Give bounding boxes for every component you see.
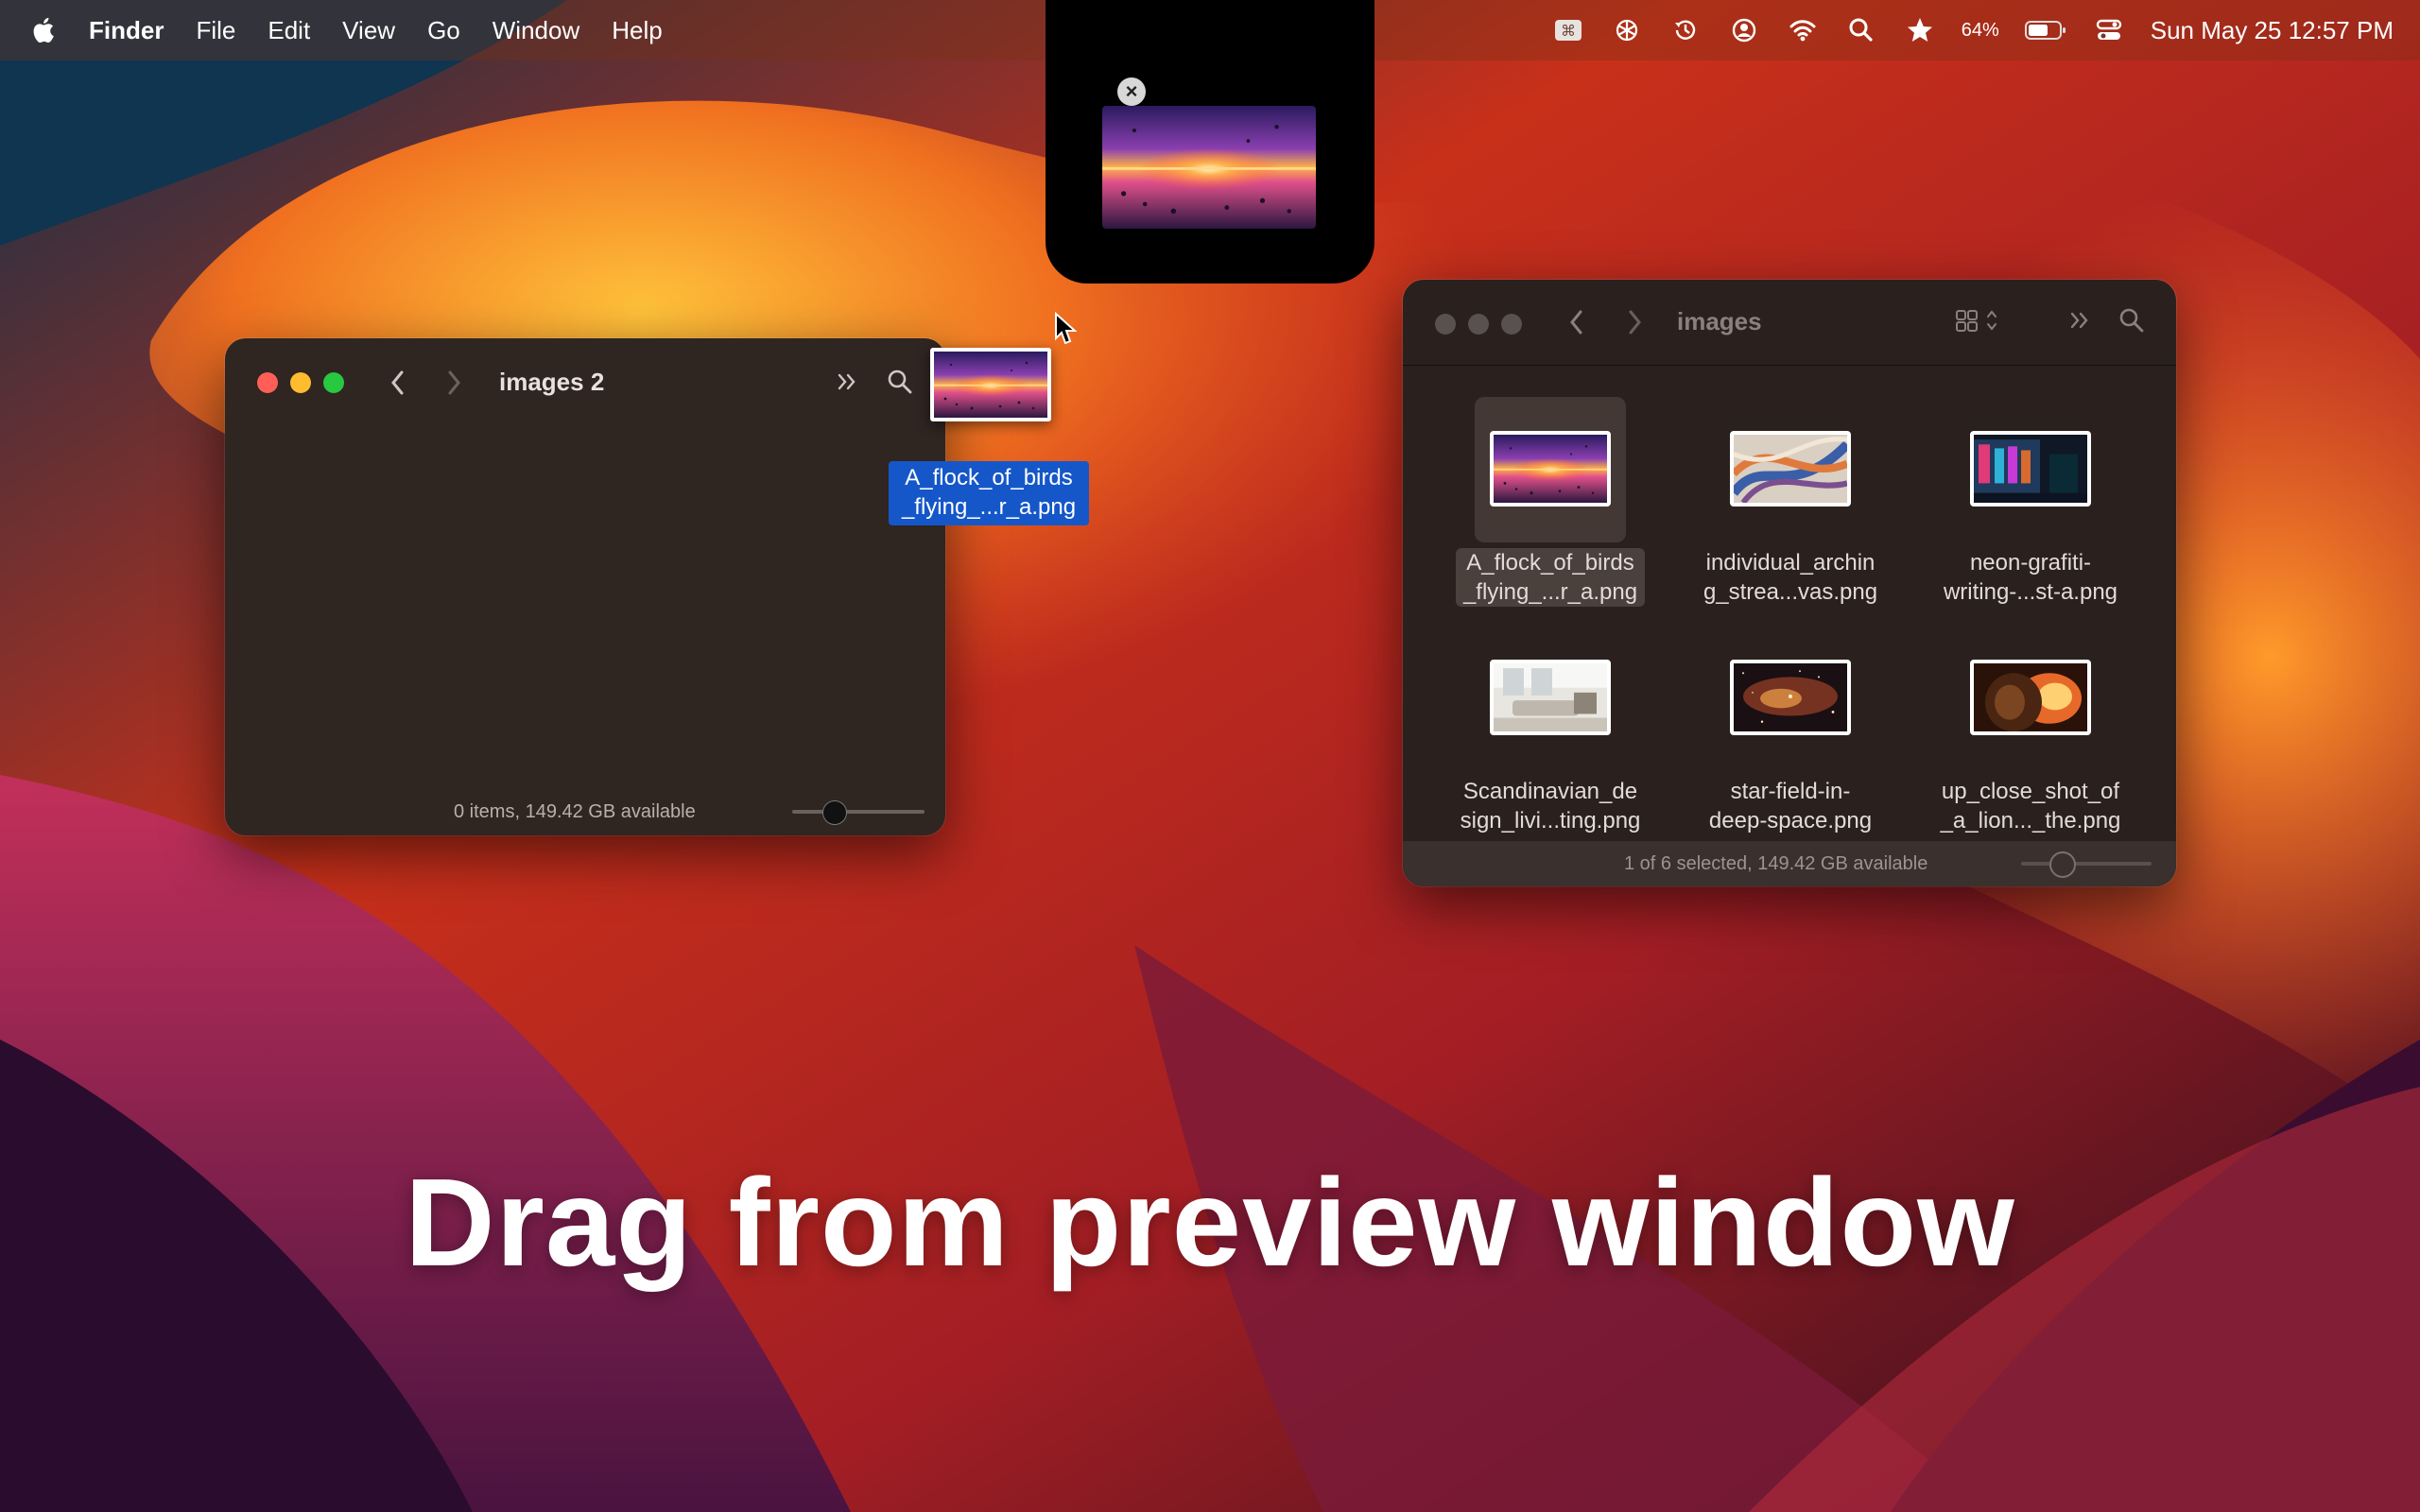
spotlight-search-icon[interactable] xyxy=(1844,13,1878,47)
dragged-file-label: A_flock_of_birds _flying_...r_a.png xyxy=(889,461,1089,525)
file-name-line1: star-field-in- xyxy=(1730,779,1851,804)
file-name-line2: _a_lion..._the.png xyxy=(1940,808,2121,833)
menu-go[interactable]: Go xyxy=(427,16,460,45)
control-center-icon[interactable] xyxy=(2092,13,2126,47)
file-name-line1: up_close_shot_of xyxy=(1941,779,2120,804)
menu-edit[interactable]: Edit xyxy=(268,16,310,45)
close-window-button[interactable] xyxy=(1435,314,1456,335)
menu-view[interactable]: View xyxy=(342,16,395,45)
window-toolbar: images xyxy=(1403,280,2176,367)
menu-help[interactable]: Help xyxy=(612,16,662,45)
file-name-line1: neon-grafiti- xyxy=(1969,550,2092,576)
dragged-file-thumbnail[interactable] xyxy=(930,348,1051,421)
file-thumbnail-lion[interactable] xyxy=(1970,660,2091,735)
menu-file[interactable]: File xyxy=(196,16,235,45)
mouse-cursor-icon xyxy=(1055,312,1078,345)
icon-size-slider-knob[interactable] xyxy=(822,800,847,825)
file-item-label[interactable]: neon-grafiti-writing-...st-a.png xyxy=(1927,548,2135,607)
file-name-line2: _flying_...r_a.png xyxy=(1462,577,1638,607)
status-bar: 1 of 6 selected, 149.42 GB available xyxy=(1403,841,2176,886)
file-item-label[interactable]: Scandinavian_de sign_livi...ting.png xyxy=(1446,777,1654,835)
forward-button[interactable] xyxy=(1620,303,1649,341)
notch-preview-panel: × xyxy=(1046,0,1374,284)
minimize-window-button[interactable] xyxy=(290,372,311,393)
close-window-button[interactable] xyxy=(257,372,278,393)
icon-size-slider-knob[interactable] xyxy=(2049,851,2076,878)
star-icon[interactable] xyxy=(1903,13,1937,47)
window-title: images 2 xyxy=(499,368,605,396)
menu-app-finder[interactable]: Finder xyxy=(89,16,164,45)
back-button[interactable] xyxy=(1563,303,1591,341)
file-item-label[interactable]: individual_archin g_strea...vas.png xyxy=(1686,548,1894,607)
battery-percentage: 64% xyxy=(1961,19,1999,41)
file-name-line1: Scandinavian_de xyxy=(1462,779,1638,804)
time-machine-icon[interactable] xyxy=(1668,13,1703,47)
openai-icon[interactable] xyxy=(1610,13,1644,47)
search-icon[interactable] xyxy=(884,366,916,398)
wifi-icon[interactable] xyxy=(1786,13,1820,47)
command-key-icon[interactable]: ⌘ xyxy=(1551,13,1585,47)
toolbar-overflow-icon[interactable] xyxy=(2065,304,2097,336)
toolbar-divider xyxy=(1403,365,2176,366)
file-item-label[interactable]: star-field-in-deep-space.png xyxy=(1686,777,1894,835)
minimize-window-button[interactable] xyxy=(1468,314,1489,335)
view-mode-grid-icon[interactable] xyxy=(1953,304,2008,336)
file-item-label[interactable]: up_close_shot_of _a_lion..._the.png xyxy=(1927,777,2135,835)
zoom-window-button[interactable] xyxy=(1501,314,1522,335)
file-name-line2: deep-space.png xyxy=(1708,808,1873,833)
status-text: 0 items, 149.42 GB available xyxy=(454,800,696,822)
file-name-line2: g_strea...vas.png xyxy=(1703,579,1878,605)
zoom-window-button[interactable] xyxy=(323,372,344,393)
tutorial-caption: Drag from preview window xyxy=(405,1153,2015,1292)
icon-size-slider[interactable] xyxy=(2021,862,2152,866)
status-text: 1 of 6 selected, 149.42 GB available xyxy=(1624,852,1928,874)
window-title: images xyxy=(1677,307,1762,335)
window-toolbar: images 2 xyxy=(225,338,945,425)
file-thumbnail-scandinavian[interactable] xyxy=(1490,660,1611,735)
menu-window[interactable]: Window xyxy=(493,16,579,45)
file-name-line2: writing-...st-a.png xyxy=(1943,579,2118,605)
dragged-file-name-line2: _flying_...r_a.png xyxy=(901,494,1077,520)
finder-window-images: images A_flock_of_birds _flying_...r_a.pn… xyxy=(1403,280,2176,886)
svg-text:⌘: ⌘ xyxy=(1561,22,1576,40)
back-button[interactable] xyxy=(384,364,412,402)
preview-image[interactable] xyxy=(1102,106,1316,229)
battery-icon[interactable] xyxy=(2024,13,2067,47)
file-name-line2: sign_livi...ting.png xyxy=(1460,808,1641,833)
file-name-line1: individual_archin xyxy=(1705,550,1876,576)
file-name-line1: A_flock_of_birds xyxy=(1466,548,1634,577)
search-icon[interactable] xyxy=(2116,304,2148,336)
toolbar-overflow-icon[interactable] xyxy=(832,366,864,398)
icon-size-slider[interactable] xyxy=(792,810,925,814)
close-preview-button[interactable]: × xyxy=(1117,77,1146,106)
file-thumbnail-birds[interactable] xyxy=(1490,431,1611,507)
file-thumbnail-streams[interactable] xyxy=(1730,431,1851,507)
menu-bar-clock[interactable]: Sun May 25 12:57 PM xyxy=(2151,16,2394,45)
finder-window-images-2: images 2 0 items, 149.42 GB available xyxy=(225,338,945,835)
file-thumbnail-star-field[interactable] xyxy=(1730,660,1851,735)
forward-button[interactable] xyxy=(440,364,468,402)
file-item-label[interactable]: A_flock_of_birds _flying_...r_a.png xyxy=(1446,548,1654,607)
file-thumbnail-neon[interactable] xyxy=(1970,431,2091,507)
status-bar: 0 items, 149.42 GB available xyxy=(225,788,945,835)
dragged-file-name-line1: A_flock_of_birds xyxy=(905,465,1073,490)
apple-menu-icon[interactable] xyxy=(28,14,60,46)
user-account-icon[interactable] xyxy=(1727,13,1761,47)
